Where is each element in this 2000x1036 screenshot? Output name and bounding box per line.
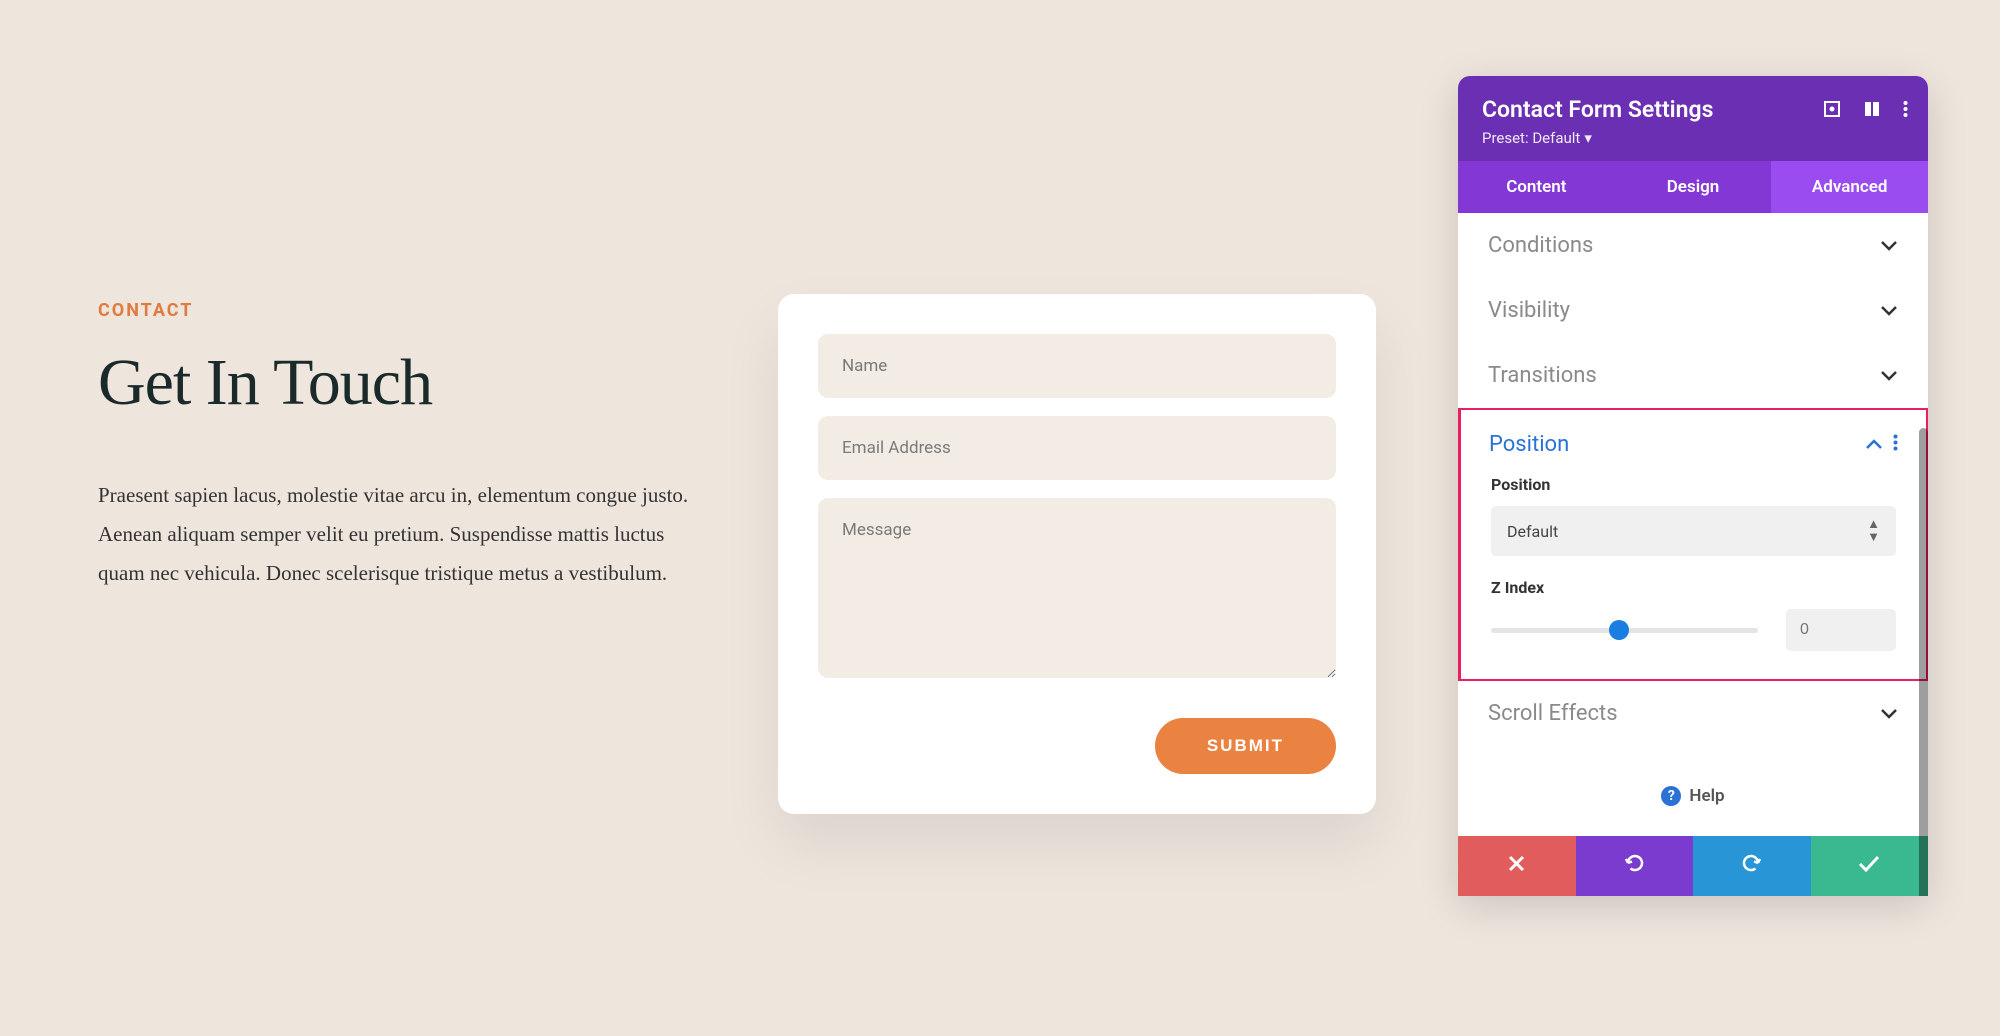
undo-button[interactable]	[1576, 836, 1694, 896]
zindex-value-input[interactable]	[1786, 609, 1896, 651]
zindex-field-label: Z Index	[1491, 578, 1896, 597]
caret-down-icon: ▾	[1584, 129, 1592, 147]
scrollbar[interactable]	[1919, 428, 1928, 896]
name-input[interactable]	[818, 334, 1336, 398]
confirm-button[interactable]	[1811, 836, 1929, 896]
kebab-menu-icon[interactable]	[1903, 100, 1908, 118]
tabs-row: Content Design Advanced	[1458, 161, 1928, 213]
email-input[interactable]	[818, 416, 1336, 480]
submit-button[interactable]: SUBMIT	[1155, 718, 1336, 774]
chevron-down-icon	[1880, 366, 1898, 385]
section-transitions[interactable]: Transitions	[1458, 343, 1928, 408]
section-visibility[interactable]: Visibility	[1458, 278, 1928, 343]
section-title: Visibility	[1488, 298, 1570, 323]
position-field-label: Position	[1491, 475, 1896, 494]
zindex-slider[interactable]	[1491, 628, 1758, 633]
section-title: Transitions	[1488, 363, 1597, 388]
section-title: Position	[1489, 432, 1569, 457]
page-heading: Get In Touch	[98, 345, 718, 421]
expand-icon[interactable]	[1823, 100, 1841, 118]
kebab-menu-icon[interactable]	[1893, 434, 1898, 455]
chevron-up-icon	[1865, 435, 1883, 454]
tab-content[interactable]: Content	[1458, 161, 1615, 213]
tab-design[interactable]: Design	[1615, 161, 1772, 213]
section-scroll-effects[interactable]: Scroll Effects	[1458, 681, 1928, 746]
section-title: Scroll Effects	[1488, 701, 1618, 726]
slider-thumb[interactable]	[1609, 620, 1629, 640]
close-icon	[1508, 855, 1525, 878]
section-eyebrow: CONTACT	[98, 300, 718, 321]
columns-icon[interactable]	[1863, 100, 1881, 118]
check-icon	[1858, 855, 1880, 878]
help-label: Help	[1689, 786, 1724, 806]
chevron-down-icon	[1880, 236, 1898, 255]
section-title: Conditions	[1488, 233, 1593, 258]
body-paragraph: Praesent sapien lacus, molestie vitae ar…	[98, 476, 708, 593]
close-button[interactable]	[1458, 836, 1576, 896]
section-position-header[interactable]: Position	[1461, 410, 1926, 465]
help-icon: ?	[1661, 786, 1681, 806]
position-select[interactable]: Default ▲▼	[1491, 506, 1896, 556]
settings-panel: Contact Form Settings Preset: Default ▾ …	[1458, 76, 1928, 896]
message-textarea[interactable]	[818, 498, 1336, 678]
help-link[interactable]: ? Help	[1458, 746, 1928, 836]
section-position-expanded: Position Position Default ▲▼ Z Index	[1458, 408, 1928, 681]
tab-advanced[interactable]: Advanced	[1771, 161, 1928, 213]
chevron-down-icon	[1880, 704, 1898, 723]
chevron-down-icon	[1880, 301, 1898, 320]
undo-icon	[1623, 852, 1645, 880]
select-caret-icon: ▲▼	[1867, 518, 1880, 544]
section-conditions[interactable]: Conditions	[1458, 213, 1928, 278]
preset-label: Preset: Default	[1482, 129, 1580, 147]
redo-button[interactable]	[1693, 836, 1811, 896]
contact-form-card: SUBMIT	[778, 294, 1376, 814]
panel-footer	[1458, 836, 1928, 896]
preset-dropdown[interactable]: Preset: Default ▾	[1482, 129, 1904, 147]
position-select-value: Default	[1507, 522, 1558, 541]
panel-header: Contact Form Settings Preset: Default ▾	[1458, 76, 1928, 161]
redo-icon	[1741, 852, 1763, 880]
